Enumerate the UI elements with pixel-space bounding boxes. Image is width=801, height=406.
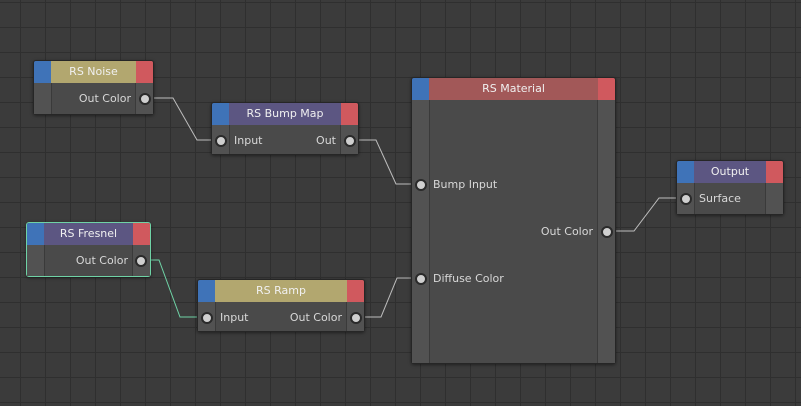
input-port-input[interactable]	[215, 135, 227, 147]
output-label: Out	[316, 134, 336, 147]
output-column	[765, 183, 783, 214]
input-cap	[677, 161, 694, 183]
output-cap	[341, 103, 358, 125]
output-label: Out Color	[540, 225, 593, 238]
node-header[interactable]: RS Material	[412, 78, 615, 100]
output-port-out-color[interactable]	[139, 93, 151, 105]
output-cap	[347, 280, 364, 302]
node-title: RS Bump Map	[229, 103, 341, 125]
input-port-input[interactable]	[201, 312, 213, 324]
node-header[interactable]: RS Ramp	[198, 280, 364, 302]
node-rs-ramp[interactable]: RS Ramp Input Out Color	[197, 279, 365, 332]
input-label: Surface	[699, 192, 741, 205]
node-header[interactable]: RS Fresnel	[27, 223, 150, 245]
input-column	[34, 83, 52, 114]
output-cap	[133, 223, 150, 245]
node-title: Output	[694, 161, 766, 183]
input-port-surface[interactable]	[680, 193, 692, 205]
input-cap	[212, 103, 229, 125]
node-title: RS Material	[429, 78, 598, 100]
output-port-out-color[interactable]	[135, 255, 147, 267]
input-label: Input	[234, 134, 263, 147]
wire-material-to-output[interactable]	[606, 197, 686, 232]
input-port-bump-input[interactable]	[415, 179, 427, 191]
node-header[interactable]: Output	[677, 161, 783, 183]
output-port-out-color[interactable]	[601, 226, 613, 238]
wire-bump-to-material[interactable]	[350, 139, 420, 185]
input-label-bump: Bump Input	[433, 178, 498, 191]
node-rs-fresnel[interactable]: RS Fresnel Out Color	[26, 222, 151, 277]
node-title: RS Noise	[51, 61, 136, 83]
node-header[interactable]: RS Noise	[34, 61, 153, 83]
output-cap	[766, 161, 783, 183]
input-label: Input	[220, 311, 249, 324]
node-header[interactable]: RS Bump Map	[212, 103, 358, 125]
input-port-diffuse-color[interactable]	[415, 273, 427, 285]
output-cap	[598, 78, 615, 100]
input-column	[412, 100, 430, 363]
wire-noise-to-bump[interactable]	[148, 97, 220, 141]
output-label: Out Color	[75, 254, 128, 267]
output-label: Out Color	[289, 311, 342, 324]
output-port-out[interactable]	[344, 135, 356, 147]
node-title: RS Ramp	[215, 280, 347, 302]
input-column	[27, 245, 45, 276]
input-cap	[412, 78, 429, 100]
node-output[interactable]: Output Surface	[676, 160, 784, 215]
output-label: Out Color	[78, 92, 131, 105]
input-label-diffuse: Diffuse Color	[433, 272, 504, 285]
input-cap	[27, 223, 44, 245]
node-rs-noise[interactable]: RS Noise Out Color	[33, 60, 154, 115]
output-cap	[136, 61, 153, 83]
input-cap	[34, 61, 51, 83]
node-title: RS Fresnel	[44, 223, 133, 245]
output-port-out-color[interactable]	[350, 312, 362, 324]
node-rs-bump-map[interactable]: RS Bump Map Input Out	[211, 102, 359, 155]
node-rs-material[interactable]: RS Material Bump Input Diffuse Color Out…	[411, 77, 616, 364]
input-cap	[198, 280, 215, 302]
